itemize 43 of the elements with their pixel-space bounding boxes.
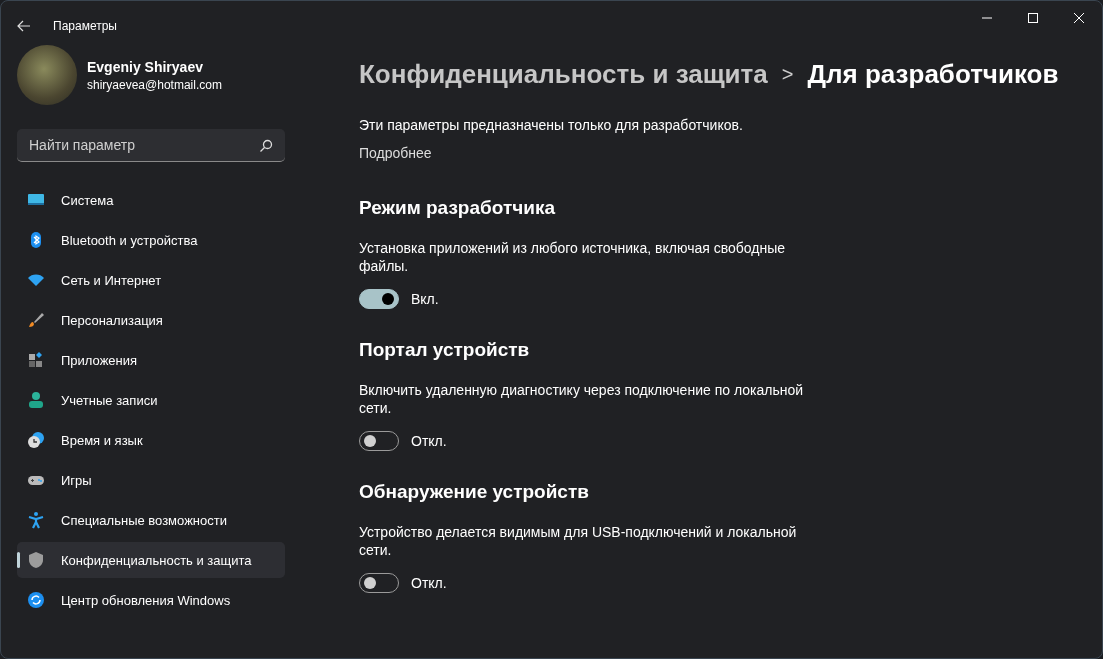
sidebar-item[interactable]: Bluetooth и устройства [17, 222, 285, 258]
search-icon [259, 139, 273, 153]
sync-icon [27, 591, 45, 609]
sidebar-item[interactable]: Центр обновления Windows [17, 582, 285, 618]
apps-icon [27, 351, 45, 369]
search-field[interactable]: Найти параметр [17, 129, 285, 162]
close-icon [1074, 13, 1084, 23]
section-title: Обнаружение устройств [359, 481, 590, 503]
breadcrumb-separator: > [781, 62, 794, 86]
shield-icon [27, 551, 45, 569]
sidebar-item[interactable]: Сеть и Интернет [17, 262, 285, 298]
section-title: Портал устройств [359, 339, 531, 361]
page-title: Для разработчиков [807, 58, 1059, 90]
window-title: Параметры [53, 19, 117, 33]
brush-icon [27, 311, 45, 329]
learn-more-link[interactable]: Подробнее [359, 145, 432, 161]
sidebar-item[interactable]: Персонализация [17, 302, 285, 338]
user-name: Evgeniy Shiryaev [87, 58, 204, 75]
toggle-state-label: Откл. [411, 575, 447, 591]
sidebar-item[interactable]: Конфиденциальность и защита [17, 542, 285, 578]
toggle-state-label: Откл. [411, 433, 447, 449]
user-email: shiryaevea@hotmail.com [87, 77, 222, 92]
maximize-icon [1028, 13, 1038, 23]
section-title: Режим разработчика [359, 197, 556, 219]
sidebar-item[interactable]: Игры [17, 462, 285, 498]
sidebar-item[interactable]: Система [17, 182, 285, 218]
selection-indicator [17, 552, 20, 568]
sidebar-item[interactable]: Специальные возможности [17, 502, 285, 538]
toggle-state-label: Вкл. [411, 291, 439, 307]
person-icon [27, 391, 45, 409]
sidebar-item[interactable]: Время и язык [17, 422, 285, 458]
section-description: Устройство делается видимым для USB-подключений и локальной сети. [359, 523, 798, 559]
clock-globe-icon [27, 431, 45, 449]
section-description: Установка приложений из любого источника, включая свободные файлы. [359, 239, 787, 275]
sidebar-item[interactable]: Учетные записи [17, 382, 285, 418]
accessibility-icon [27, 511, 45, 529]
section-description: Включить удаленную диагностику через подключение по локальной сети. [359, 381, 804, 417]
intro-text: Эти параметры предназначены только для разработчиков. [359, 117, 744, 133]
back-icon[interactable] [17, 19, 31, 33]
toggle-switch[interactable] [359, 289, 399, 309]
avatar-picture [17, 45, 77, 105]
breadcrumb-link[interactable]: Конфиденциальность и защита [359, 58, 768, 90]
sidebar-item[interactable]: Приложения [17, 342, 285, 378]
